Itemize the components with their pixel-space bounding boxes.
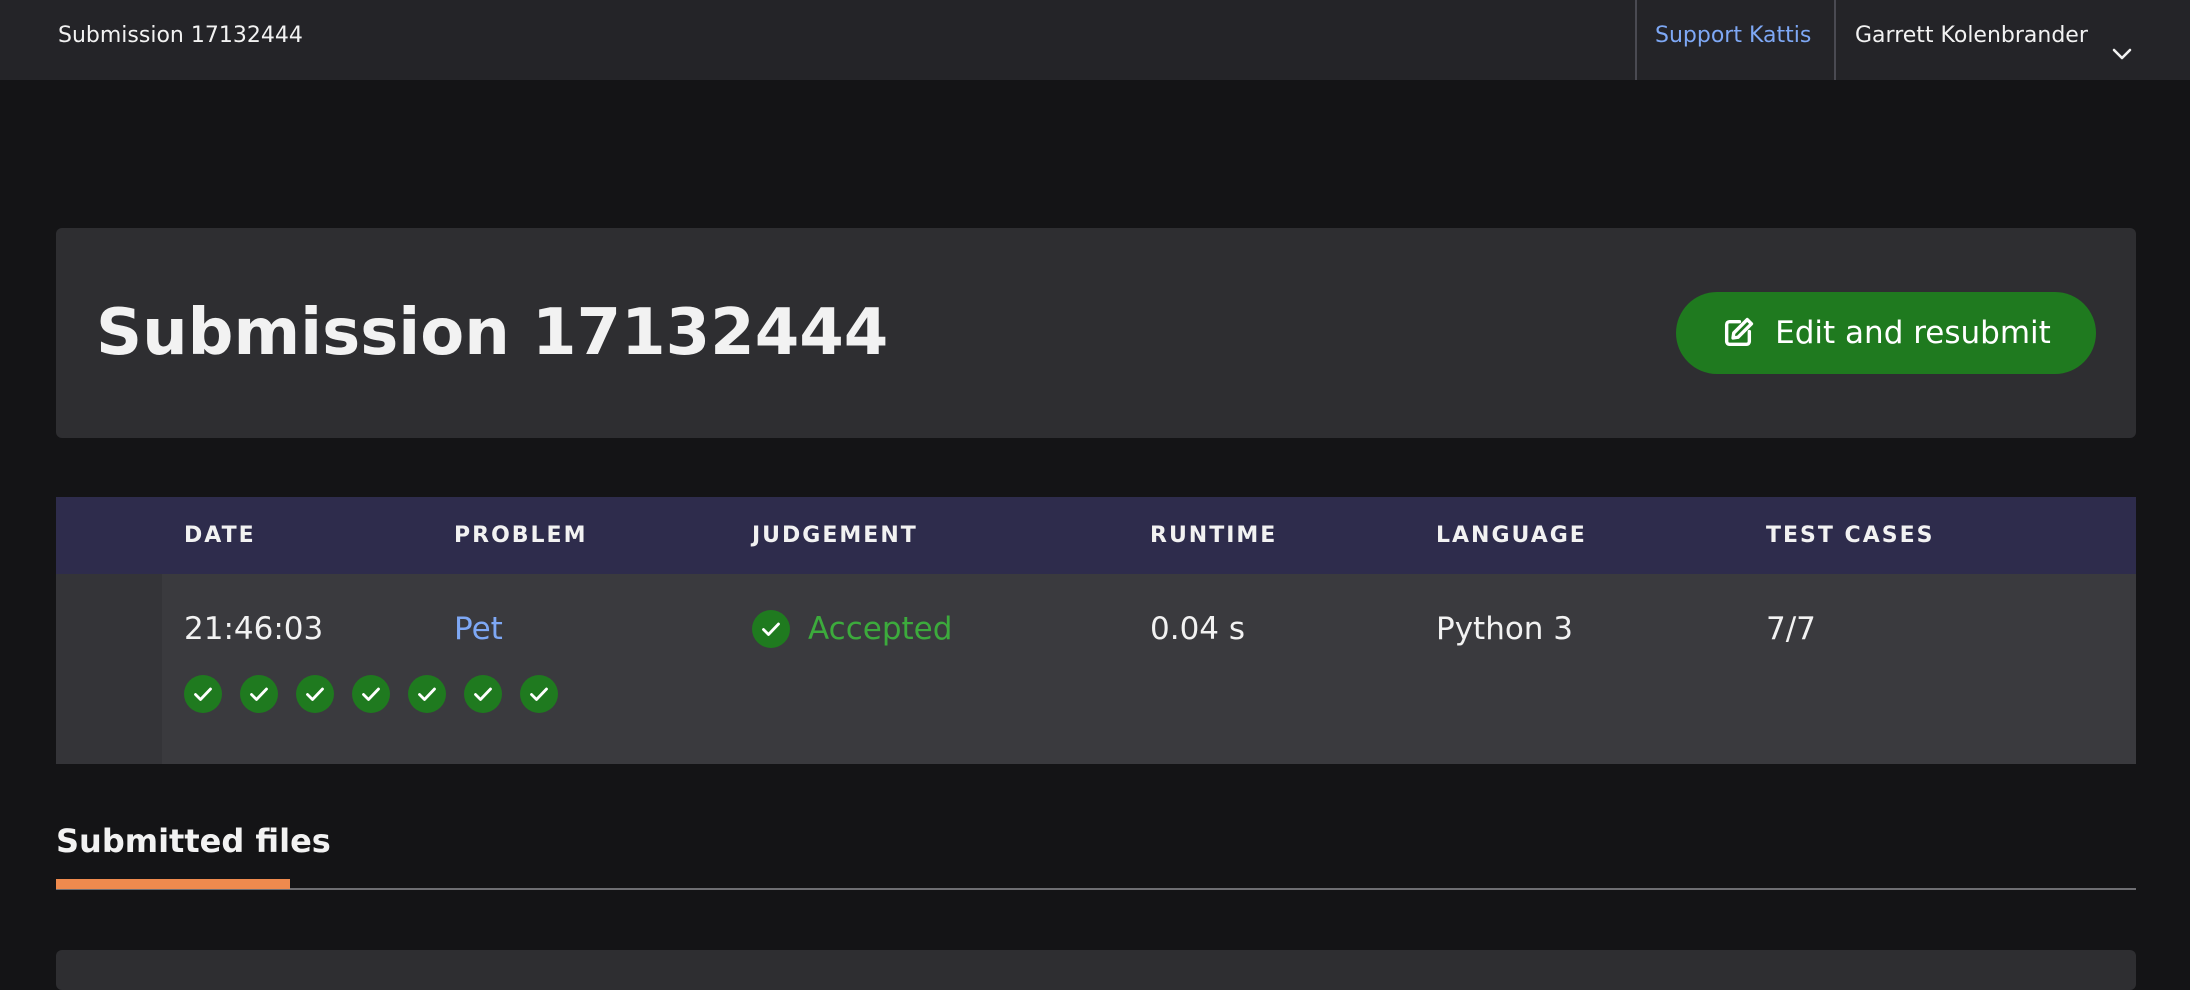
column-header-language: LANGUAGE xyxy=(1436,523,1587,548)
edit-icon xyxy=(1725,317,1754,347)
column-header-runtime: RUNTIME xyxy=(1150,523,1278,548)
row-gutter xyxy=(56,574,162,764)
test-case-results xyxy=(184,675,576,713)
check-circle-icon xyxy=(752,610,790,648)
column-header-judgement: JUDGEMENT xyxy=(752,523,918,548)
edit-and-resubmit-label: Edit and resubmit xyxy=(1775,315,2051,351)
user-menu[interactable]: Garrett Kolenbrander xyxy=(1855,0,2134,72)
table-row: 21:46:03 Pet Accepted 0.04 s Python 3 7/… xyxy=(56,574,2136,764)
submission-table-header: DATE PROBLEM JUDGEMENT RUNTIME LANGUAGE … xyxy=(56,497,2136,574)
cell-date: 21:46:03 xyxy=(184,611,324,647)
column-header-test-cases: TEST CASES xyxy=(1766,523,1935,548)
check-circle-icon[interactable] xyxy=(296,675,334,713)
chevron-down-icon xyxy=(2110,24,2134,60)
check-circle-icon[interactable] xyxy=(520,675,558,713)
submission-header-card: Submission 17132444 Edit and resubmit xyxy=(56,228,2136,438)
tab-divider-line xyxy=(56,888,2136,890)
cell-test-cases: 7/7 xyxy=(1766,611,1816,647)
problem-link[interactable]: Pet xyxy=(454,604,503,654)
judgement-text: Accepted xyxy=(808,611,953,647)
check-circle-icon[interactable] xyxy=(184,675,222,713)
topbar-divider xyxy=(1635,0,1637,80)
topbar-divider xyxy=(1834,0,1836,80)
page-title: Submission 17132444 xyxy=(96,296,889,370)
check-circle-icon[interactable] xyxy=(352,675,390,713)
files-tab-bar: Submitted files xyxy=(56,818,2136,890)
topbar-title: Submission 17132444 xyxy=(58,23,303,48)
column-header-problem: PROBLEM xyxy=(454,523,588,548)
cell-runtime: 0.04 s xyxy=(1150,611,1246,647)
top-bar: Submission 17132444 Support Kattis Garre… xyxy=(0,0,2190,80)
user-name: Garrett Kolenbrander xyxy=(1855,23,2088,48)
cell-language: Python 3 xyxy=(1436,611,1574,647)
check-circle-icon[interactable] xyxy=(408,675,446,713)
check-circle-icon[interactable] xyxy=(464,675,502,713)
support-kattis-link[interactable]: Support Kattis xyxy=(1655,0,1811,72)
cell-judgement: Accepted xyxy=(752,604,952,654)
tab-submitted-files[interactable]: Submitted files xyxy=(56,818,331,864)
submitted-files-panel xyxy=(56,950,2136,990)
column-header-date: DATE xyxy=(184,523,256,548)
edit-and-resubmit-button[interactable]: Edit and resubmit xyxy=(1676,292,2096,374)
active-tab-indicator xyxy=(56,879,290,889)
check-circle-icon[interactable] xyxy=(240,675,278,713)
